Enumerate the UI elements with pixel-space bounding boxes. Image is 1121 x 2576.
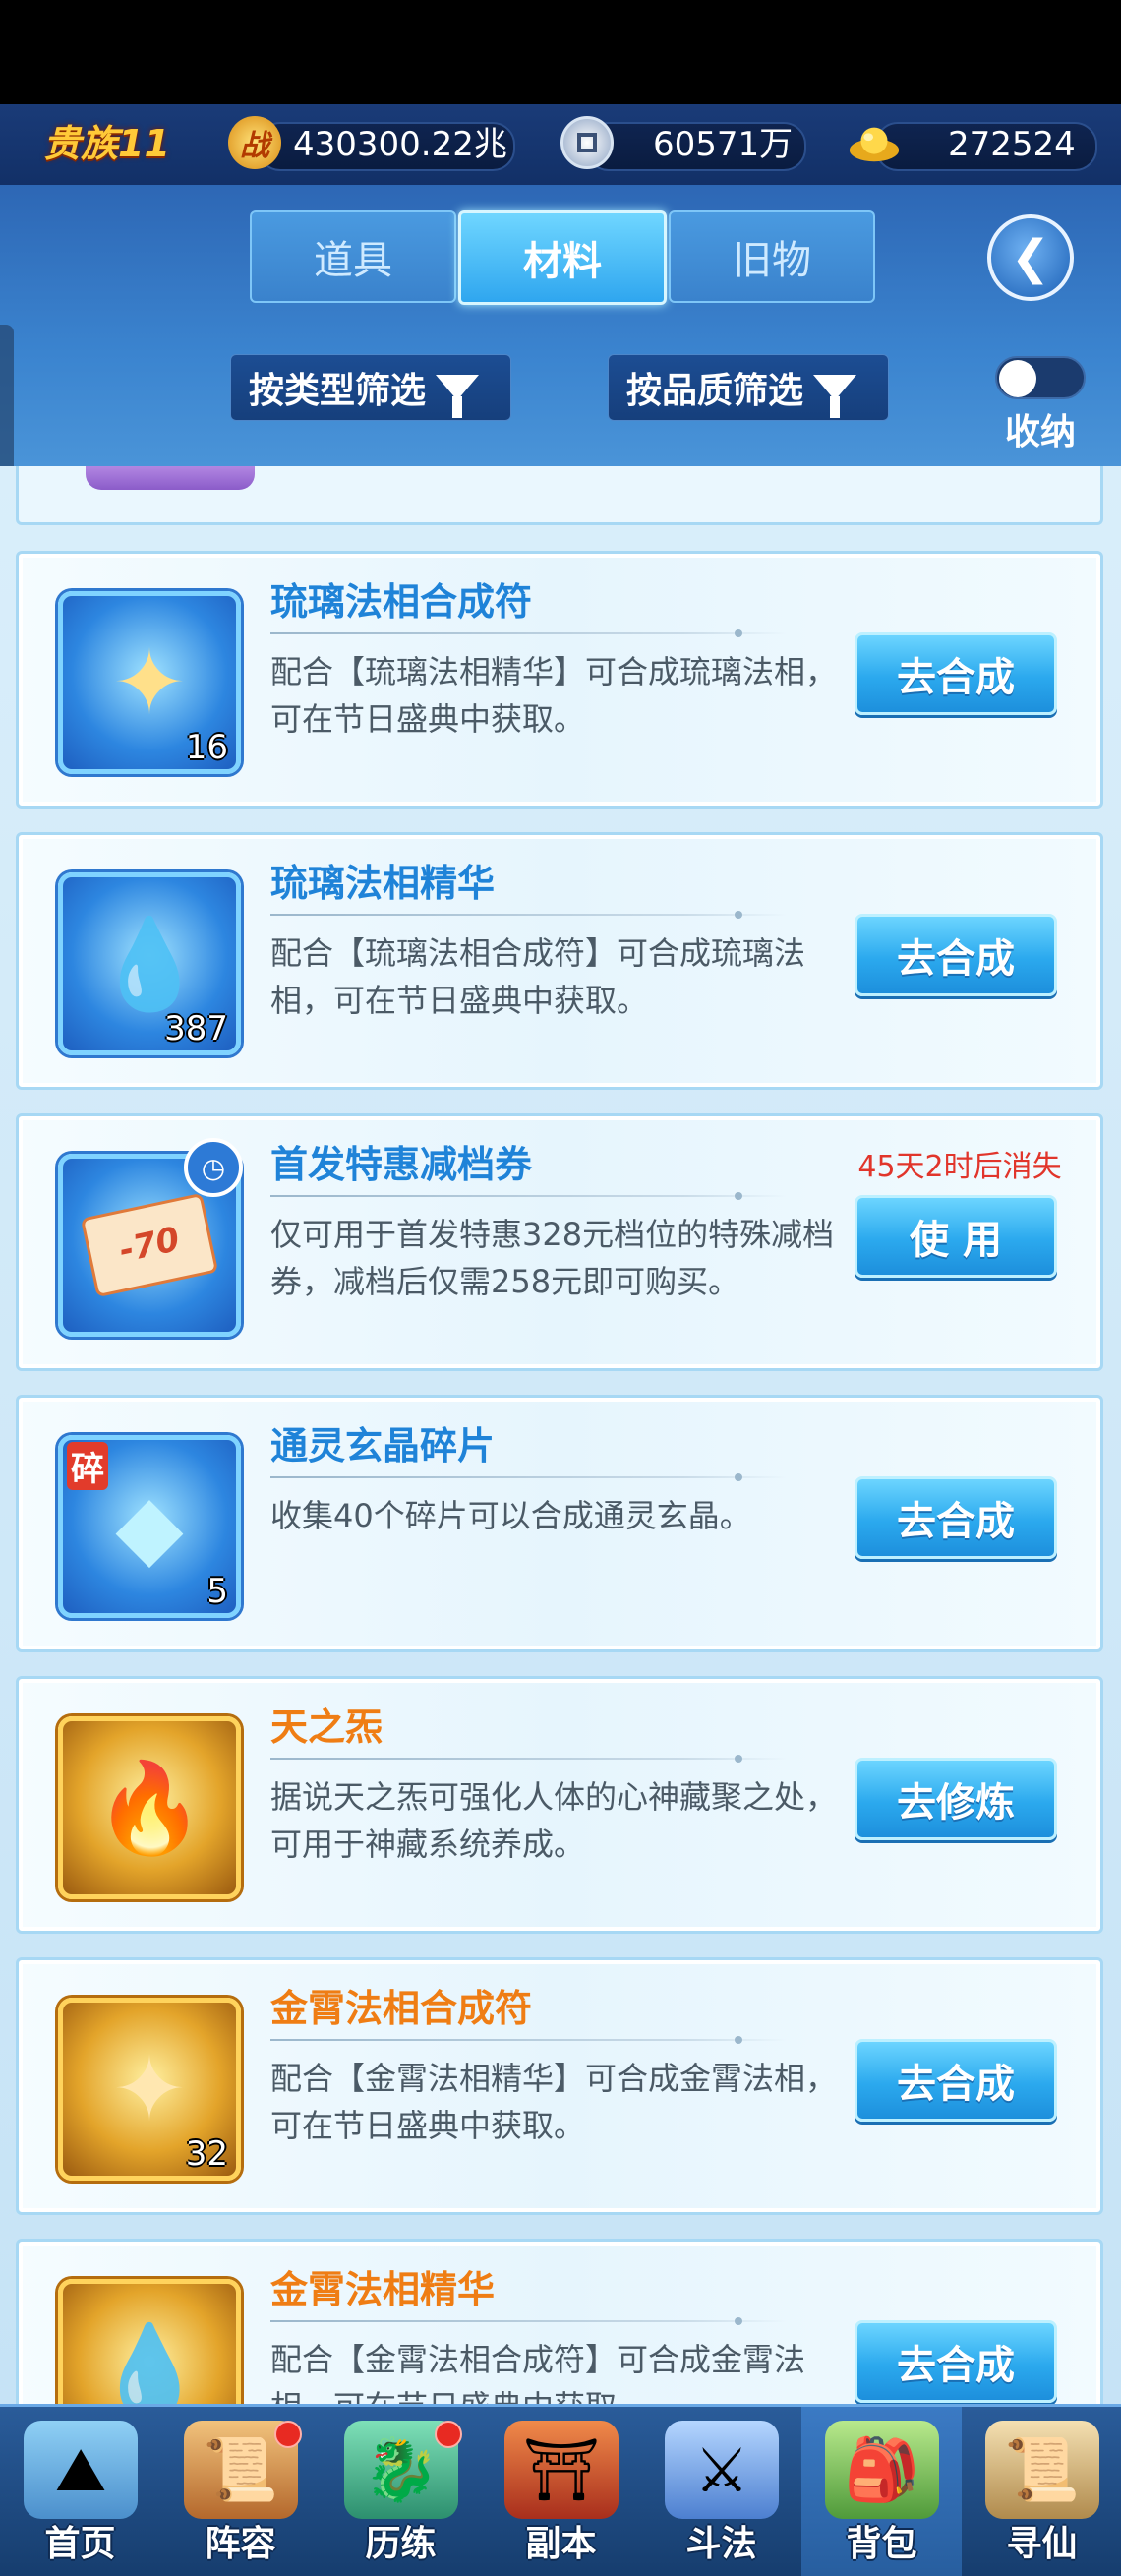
- divider: [270, 1473, 786, 1481]
- nav-label: 背包: [846, 2524, 917, 2564]
- talisman-icon[interactable]: ✦ 32: [58, 1998, 241, 2181]
- nav-label: 副本: [525, 2524, 597, 2564]
- tab-materials[interactable]: 材料: [458, 210, 667, 305]
- home-icon: ⛰: [24, 2421, 138, 2519]
- collapse-toggle[interactable]: [995, 356, 1086, 399]
- essence-icon[interactable]: 💧: [58, 2279, 241, 2404]
- synthesize-button[interactable]: 去合成: [855, 2320, 1057, 2403]
- crystal-shard-icon[interactable]: ◆ 碎 5: [58, 1435, 241, 1618]
- item-name: 金霄法相精华: [270, 2268, 496, 2311]
- toggle-knob: [999, 360, 1036, 397]
- filter-by-type-button[interactable]: 按类型筛选: [230, 354, 511, 421]
- divider: [270, 1192, 786, 1200]
- nav-label: 首页: [44, 2524, 116, 2564]
- filter-by-quality-label: 按品质筛选: [626, 371, 804, 411]
- divider: [270, 2317, 786, 2325]
- item-description: 据说天之炁可强化人体的心神藏聚之处，可用于神藏系统养成。: [270, 1778, 838, 1863]
- nav-seek-immortal[interactable]: 📜 寻仙: [962, 2407, 1121, 2576]
- nav-training[interactable]: 🐉 历练: [321, 2407, 481, 2576]
- list-item-partial: [16, 466, 1103, 525]
- item-description: 配合【金霄法相合成符】可合成金霄法相，可在节日盛典中获取。: [270, 2341, 806, 2404]
- synthesize-button[interactable]: 去合成: [855, 1476, 1057, 1559]
- flame-icon[interactable]: 🔥: [58, 1716, 241, 1899]
- item-count: 32: [185, 2134, 228, 2174]
- list-item: ✦ 16 琉璃法相合成符 配合【琉璃法相精华】可合成琉璃法相，可在节日盛典中获取…: [16, 551, 1103, 809]
- bag-icon: 🎒: [825, 2421, 939, 2519]
- item-description: 配合【琉璃法相合成符】可合成琉璃法相，可在节日盛典中获取。: [270, 934, 806, 1019]
- status-bar: [0, 0, 1121, 104]
- item-name: 通灵玄晶碎片: [270, 1424, 496, 1468]
- item-count: 387: [164, 1009, 228, 1048]
- coin-value: 60571万: [653, 125, 794, 164]
- gold-ingot-icon: [848, 116, 901, 169]
- coupon-value: -70: [80, 1192, 219, 1298]
- list-item: ◆ 碎 5 通灵玄晶碎片 收集40个碎片可以合成通灵玄晶。 去合成: [16, 1395, 1103, 1652]
- funnel-icon: [813, 375, 857, 418]
- list-item: 💧 387 琉璃法相精华 配合【琉璃法相合成符】可合成琉璃法相，可在节日盛典中获…: [16, 832, 1103, 1090]
- nav-label: 斗法: [685, 2524, 757, 2564]
- divider: [270, 1755, 786, 1763]
- divider: [270, 629, 786, 637]
- battle-icon: ⚔: [665, 2421, 779, 2519]
- item-description: 仅可用于首发特惠328元档位的特殊减档券，减档后仅需258元即可购买。: [270, 1216, 835, 1300]
- nav-lineup[interactable]: 📜 阵容: [160, 2407, 321, 2576]
- nav-label: 寻仙: [1006, 2524, 1078, 2564]
- back-arrow-icon: ❮: [1010, 230, 1051, 285]
- notification-dot: [274, 2421, 302, 2448]
- dungeon-icon: ⛩: [504, 2421, 619, 2519]
- notification-dot: [435, 2421, 462, 2448]
- expire-timer: 45天2时后消失: [857, 1150, 1062, 1184]
- nav-label: 历练: [365, 2524, 437, 2564]
- list-item: 💧 金霄法相精华 配合【金霄法相合成符】可合成金霄法相，可在节日盛典中获取。 去…: [16, 2239, 1103, 2404]
- list-item: -70 ◷ 首发特惠减档券 45天2时后消失 仅可用于首发特惠328元档位的特殊…: [16, 1113, 1103, 1371]
- list-item: ✦ 32 金霄法相合成符 配合【金霄法相精华】可合成金霄法相，可在节日盛典中获取…: [16, 1957, 1103, 2215]
- back-button[interactable]: ❮: [987, 214, 1074, 301]
- funnel-icon: [436, 375, 480, 418]
- nav-label: 阵容: [205, 2524, 276, 2564]
- bottom-nav: ⛰ 首页 📜 阵容 🐉 历练 ⛩ 副本 ⚔ 斗法 🎒 背包 📜 寻仙: [0, 2404, 1121, 2576]
- fragment-tag: 碎: [67, 1442, 108, 1490]
- clock-icon: ◷: [184, 1138, 243, 1197]
- synthesize-button[interactable]: 去合成: [855, 914, 1057, 996]
- nav-bag[interactable]: 🎒 背包: [801, 2407, 962, 2576]
- nav-home[interactable]: ⛰ 首页: [0, 2407, 160, 2576]
- nav-battle[interactable]: ⚔ 斗法: [641, 2407, 801, 2576]
- power-value: 430300.22兆: [293, 125, 507, 164]
- collapse-label: 收纳: [1004, 412, 1076, 452]
- item-name: 金霄法相合成符: [270, 1987, 533, 2030]
- item-icon: [86, 466, 255, 490]
- item-name: 首发特惠减档券: [270, 1143, 533, 1186]
- filter-by-type-label: 按类型筛选: [249, 371, 427, 411]
- filter-by-quality-button[interactable]: 按品质筛选: [608, 354, 889, 421]
- item-name: 天之炁: [270, 1706, 384, 1749]
- tab-old-items[interactable]: 旧物: [669, 210, 875, 303]
- list-item: 🔥 天之炁 据说天之炁可强化人体的心神藏聚之处，可用于神藏系统养成。 去修炼: [16, 1676, 1103, 1934]
- cultivate-button[interactable]: 去修炼: [855, 1758, 1057, 1840]
- item-list[interactable]: ✦ 16 琉璃法相合成符 配合【琉璃法相精华】可合成琉璃法相，可在节日盛典中获取…: [0, 466, 1121, 2404]
- use-button[interactable]: 使 用: [855, 1195, 1057, 1278]
- item-count: 5: [206, 1572, 228, 1611]
- nav-dungeon[interactable]: ⛩ 副本: [481, 2407, 641, 2576]
- item-description: 配合【金霄法相精华】可合成金霄法相，可在节日盛典中获取。: [270, 2060, 838, 2144]
- item-name: 琉璃法相合成符: [270, 580, 533, 624]
- synthesize-button[interactable]: 去合成: [855, 2039, 1057, 2122]
- item-description: 收集40个碎片可以合成通灵玄晶。: [270, 1497, 751, 1534]
- gold-value: 272524: [948, 125, 1076, 164]
- divider: [270, 2036, 786, 2044]
- divider: [270, 911, 786, 919]
- power-icon: 战: [228, 116, 281, 169]
- coin-icon: [560, 116, 614, 169]
- synthesize-button[interactable]: 去合成: [855, 632, 1057, 715]
- scroll-icon: 📜: [985, 2421, 1099, 2519]
- essence-icon[interactable]: 💧 387: [58, 872, 241, 1055]
- noble-level-label[interactable]: 贵族11: [43, 118, 170, 169]
- talisman-icon[interactable]: ✦ 16: [58, 591, 241, 774]
- item-name: 琉璃法相精华: [270, 862, 496, 905]
- tab-items[interactable]: 道具: [250, 210, 456, 303]
- item-description: 配合【琉璃法相精华】可合成琉璃法相，可在节日盛典中获取。: [270, 653, 838, 738]
- item-count: 16: [185, 728, 228, 767]
